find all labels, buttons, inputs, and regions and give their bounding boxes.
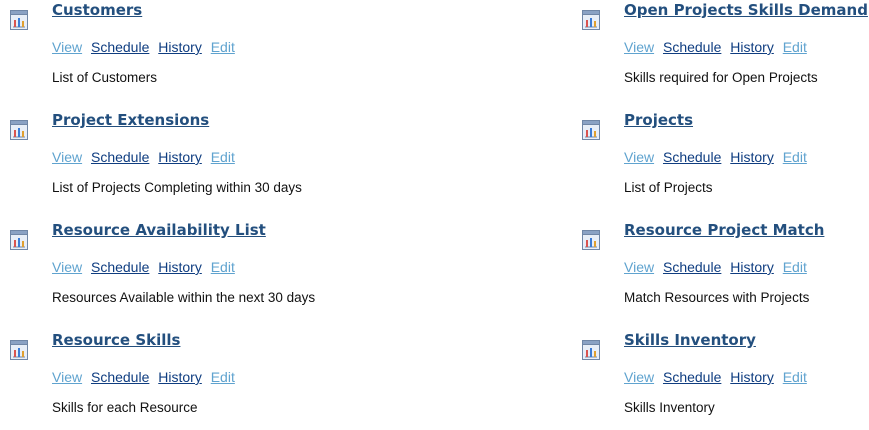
report-description: Resources Available within the next 30 d…	[52, 290, 316, 305]
report-item-customers: Customers View Schedule History Edit Lis…	[0, 0, 300, 100]
schedule-link[interactable]: Schedule	[91, 259, 149, 275]
view-link[interactable]: View	[624, 369, 654, 385]
view-link[interactable]: View	[52, 369, 82, 385]
report-chart-icon[interactable]	[10, 340, 28, 360]
history-link[interactable]: History	[158, 149, 202, 165]
edit-link[interactable]: Edit	[211, 259, 235, 275]
history-link[interactable]: History	[730, 149, 774, 165]
schedule-link[interactable]: Schedule	[91, 149, 149, 165]
view-link[interactable]: View	[52, 259, 82, 275]
schedule-link[interactable]: Schedule	[663, 259, 721, 275]
view-link[interactable]: View	[624, 39, 654, 55]
report-actions: View Schedule History Edit	[52, 149, 240, 165]
report-actions: View Schedule History Edit	[52, 259, 240, 275]
history-link[interactable]: History	[158, 259, 202, 275]
report-actions: View Schedule History Edit	[624, 39, 812, 55]
report-title-link[interactable]: Resource Skills	[52, 331, 180, 349]
edit-link[interactable]: Edit	[211, 149, 235, 165]
report-title-link[interactable]: Skills Inventory	[624, 331, 756, 349]
report-description: Skills Inventory	[624, 400, 715, 415]
report-title-link[interactable]: Open Projects Skills Demand	[624, 1, 868, 19]
history-link[interactable]: History	[730, 369, 774, 385]
report-chart-icon[interactable]	[10, 230, 28, 250]
schedule-link[interactable]: Schedule	[663, 149, 721, 165]
view-link[interactable]: View	[624, 259, 654, 275]
history-link[interactable]: History	[730, 259, 774, 275]
edit-link[interactable]: Edit	[211, 369, 235, 385]
report-chart-icon[interactable]	[582, 230, 600, 250]
view-link[interactable]: View	[52, 39, 82, 55]
report-description: List of Projects	[624, 180, 713, 195]
report-title-link[interactable]: Customers	[52, 1, 142, 19]
report-chart-icon[interactable]	[10, 120, 28, 140]
schedule-link[interactable]: Schedule	[91, 369, 149, 385]
report-title-link[interactable]: Resource Project Match	[624, 221, 824, 239]
view-link[interactable]: View	[624, 149, 654, 165]
report-actions: View Schedule History Edit	[624, 149, 812, 165]
report-chart-icon[interactable]	[10, 10, 28, 30]
edit-link[interactable]: Edit	[783, 369, 807, 385]
edit-link[interactable]: Edit	[783, 149, 807, 165]
report-item-projects: Projects View Schedule History Edit List…	[572, 110, 869, 210]
report-chart-icon[interactable]	[582, 10, 600, 30]
history-link[interactable]: History	[158, 39, 202, 55]
edit-link[interactable]: Edit	[211, 39, 235, 55]
edit-link[interactable]: Edit	[783, 259, 807, 275]
report-item-project-extensions: Project Extensions View Schedule History…	[0, 110, 302, 210]
report-actions: View Schedule History Edit	[624, 259, 812, 275]
report-description: Skills required for Open Projects	[624, 70, 818, 85]
history-link[interactable]: History	[158, 369, 202, 385]
report-description: List of Projects Completing within 30 da…	[52, 180, 302, 195]
report-list: Customers View Schedule History Edit Lis…	[0, 0, 869, 419]
report-actions: View Schedule History Edit	[624, 369, 812, 385]
report-title-link[interactable]: Resource Availability List	[52, 221, 266, 239]
history-link[interactable]: History	[730, 39, 774, 55]
view-link[interactable]: View	[52, 149, 82, 165]
report-chart-icon[interactable]	[582, 340, 600, 360]
report-description: Match Resources with Projects	[624, 290, 810, 305]
report-chart-icon[interactable]	[582, 120, 600, 140]
report-item-skills-inventory: Skills Inventory View Schedule History E…	[572, 330, 869, 430]
report-description: Skills for each Resource	[52, 400, 198, 415]
report-actions: View Schedule History Edit	[52, 369, 240, 385]
report-item-resource-skills: Resource Skills View Schedule History Ed…	[0, 330, 300, 430]
report-description: List of Customers	[52, 70, 158, 85]
report-title-link[interactable]: Projects	[624, 111, 693, 129]
report-item-resource-availability-list: Resource Availability List View Schedule…	[0, 220, 315, 320]
report-item-resource-project-match: Resource Project Match View Schedule His…	[572, 220, 869, 320]
schedule-link[interactable]: Schedule	[663, 369, 721, 385]
report-actions: View Schedule History Edit	[52, 39, 240, 55]
report-title-link[interactable]: Project Extensions	[52, 111, 209, 129]
schedule-link[interactable]: Schedule	[91, 39, 149, 55]
schedule-link[interactable]: Schedule	[663, 39, 721, 55]
report-item-open-projects-skills-demand: Open Projects Skills Demand View Schedul…	[572, 0, 869, 100]
edit-link[interactable]: Edit	[783, 39, 807, 55]
